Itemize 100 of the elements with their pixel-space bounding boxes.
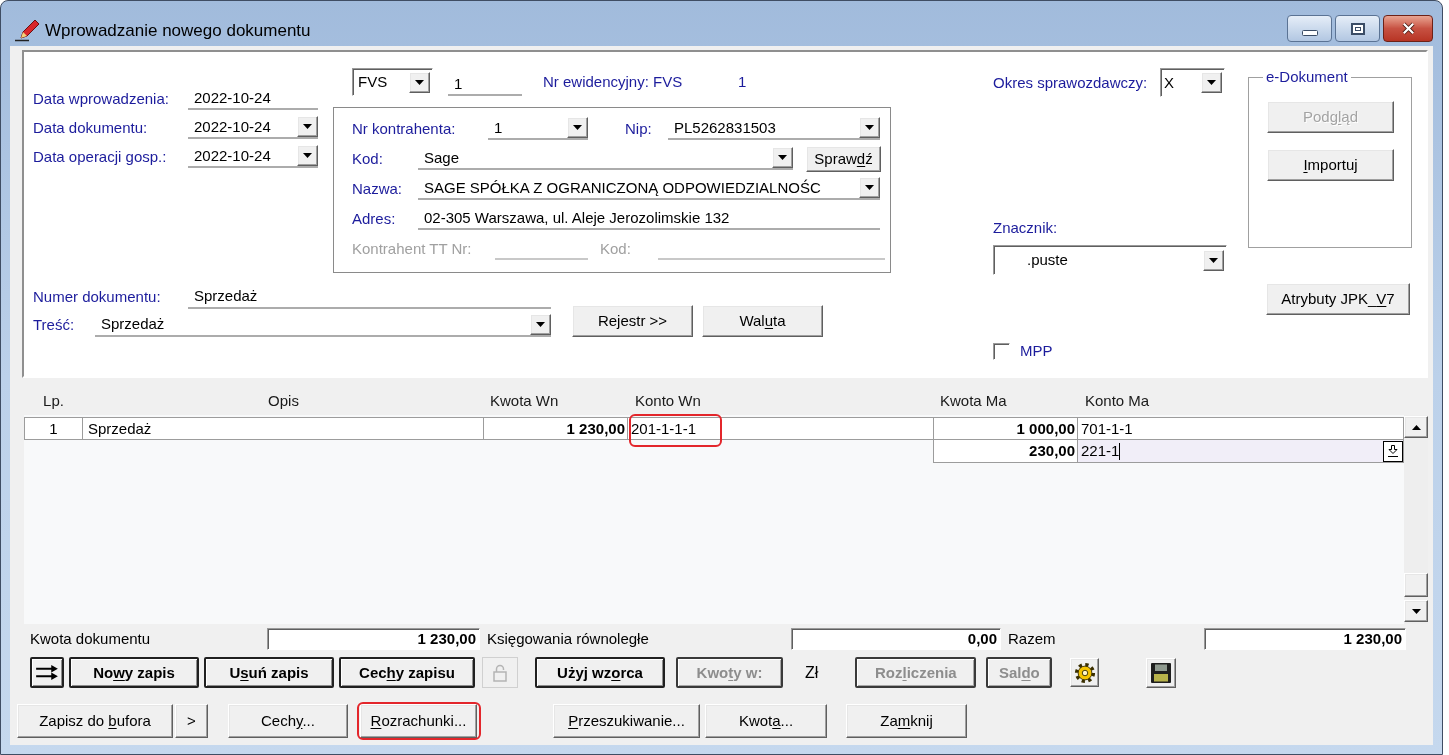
record-button[interactable]: Cechy zapisu xyxy=(339,657,475,688)
column-header: Konto Wn xyxy=(635,392,701,410)
caret-down-icon xyxy=(1207,80,1216,85)
record-button[interactable]: Usuń zapis xyxy=(204,657,334,688)
scroll-up-button[interactable] xyxy=(1404,416,1428,438)
table-cell: 701-1-1 xyxy=(1078,417,1404,440)
table-cell: 1 xyxy=(24,417,83,440)
date-field[interactable]: 2022-10-24 xyxy=(188,116,318,139)
total-label: Księgowania równoległe xyxy=(487,630,649,648)
dropdown-button[interactable] xyxy=(1203,249,1224,271)
caret-down-icon xyxy=(536,322,545,327)
gear-button[interactable] xyxy=(1070,658,1100,687)
lookup-button[interactable] xyxy=(1383,440,1403,462)
check-button[interactable]: Sprawdź xyxy=(806,145,881,172)
dropdown-button[interactable] xyxy=(297,145,318,166)
template-button[interactable]: Użyj wzorca xyxy=(535,657,665,688)
window-title: Wprowadzanie nowego dokumentu xyxy=(45,21,311,41)
pencil-icon xyxy=(15,18,41,42)
field-label: Kod: xyxy=(352,149,383,168)
double-arrow-icon xyxy=(35,664,59,681)
text-cursor-icon xyxy=(1119,442,1121,460)
combo-box[interactable]: Sage xyxy=(418,147,793,170)
double-arrow-button[interactable] xyxy=(30,657,64,688)
field-label: Data wprowadzenia: xyxy=(33,89,169,108)
caret-down-icon xyxy=(1411,608,1421,614)
footer-button[interactable]: Cechy... xyxy=(228,704,348,738)
combo-box[interactable]: X xyxy=(1160,68,1225,97)
footer-button[interactable]: Rozrachunki... xyxy=(360,704,477,738)
field-label: Nr kontrahenta: xyxy=(352,119,456,138)
field-label: Nr ewidencyjny: FVS xyxy=(543,73,683,91)
currency-label: Zł xyxy=(805,663,819,682)
dropdown-button[interactable] xyxy=(859,177,880,198)
amount-field: 1 230,00 xyxy=(1204,628,1406,650)
table-cell: Sprzedaż xyxy=(83,417,484,440)
dropdown-button[interactable] xyxy=(859,117,880,138)
amount-field: 0,00 xyxy=(791,628,1001,650)
combo-box[interactable]: .puste xyxy=(993,245,1227,275)
field-label: MPP xyxy=(1020,342,1053,360)
date-field[interactable]: 2022-10-24 xyxy=(188,87,318,110)
caret-down-icon xyxy=(303,153,312,158)
padlock-icon xyxy=(493,663,507,682)
input-field[interactable]: Sprzedaż xyxy=(188,285,551,309)
dropdown-button[interactable] xyxy=(530,314,551,335)
maximize-icon xyxy=(1350,22,1365,35)
column-header: Opis xyxy=(268,392,299,410)
input-field[interactable]: 02-305 Warszawa, ul. Aleje Jerozolimskie 132 xyxy=(418,207,880,230)
field-label: Data dokumentu: xyxy=(33,118,148,137)
column-header: Kwota Wn xyxy=(490,392,559,410)
footer-button[interactable]: Zamknij xyxy=(846,704,967,738)
close-icon xyxy=(1400,21,1416,36)
column-header: Konto Ma xyxy=(1085,392,1150,410)
jpk-attributes-button[interactable]: Atrybuty JPK_V7 xyxy=(1266,283,1410,315)
combo-box[interactable]: Sprzedaż xyxy=(95,313,551,337)
combo-box[interactable]: 1 xyxy=(488,117,588,140)
action-button[interactable]: Waluta xyxy=(702,305,823,337)
amount-field: 1 230,00 xyxy=(267,628,480,650)
e-document-button[interactable]: Importuj xyxy=(1267,149,1394,181)
dropdown-button[interactable] xyxy=(297,116,318,137)
date-field[interactable]: 2022-10-24 xyxy=(188,145,318,168)
column-header: Lp. xyxy=(43,392,64,410)
field-label: Znacznik: xyxy=(993,219,1058,237)
field-label: Kontrahent TT Nr: xyxy=(352,239,472,258)
registry-number: 1 xyxy=(738,73,747,91)
combo-box[interactable]: PL5262831503 xyxy=(668,117,880,140)
table-cell: 1 000,00 xyxy=(934,417,1078,440)
field-label: Data operacji gosp.: xyxy=(33,147,167,166)
save-button[interactable] xyxy=(1146,657,1177,688)
scroll-down-button[interactable] xyxy=(1404,600,1428,622)
footer-button[interactable]: Kwota... xyxy=(705,704,827,738)
minimize-button[interactable] xyxy=(1287,15,1332,42)
field-label: Kod: xyxy=(600,239,631,258)
footer-button[interactable]: Zapisz do bufora xyxy=(17,704,173,738)
field-label: Adres: xyxy=(352,209,396,228)
scrollbar-thumb[interactable] xyxy=(1404,573,1428,597)
scrollbar[interactable] xyxy=(1404,415,1428,624)
number-field[interactable]: 1 xyxy=(448,73,522,96)
caret-up-icon xyxy=(1411,424,1421,430)
maximize-button[interactable] xyxy=(1335,15,1380,42)
close-button[interactable] xyxy=(1383,15,1433,42)
dropdown-button[interactable] xyxy=(409,71,430,93)
arrow-down-to-line-icon xyxy=(1388,445,1398,457)
footer-button[interactable]: > xyxy=(175,704,208,738)
dropdown-button[interactable] xyxy=(772,147,793,168)
field-label: Okres sprawozdawczy: xyxy=(993,73,1148,92)
table-cell: 1 230,00 xyxy=(484,417,628,440)
combo-box[interactable]: SAGE SPÓŁKA Z OGRANICZONĄ ODPOWIEDZIALNOŚC xyxy=(418,177,880,200)
record-button[interactable]: Nowy zapis xyxy=(69,657,199,688)
caret-down-icon xyxy=(415,79,424,85)
dropdown-button[interactable] xyxy=(567,117,588,138)
combo-box[interactable]: FVS xyxy=(352,68,433,96)
table-cell: 230,00 xyxy=(933,440,1078,463)
caret-down-icon xyxy=(573,125,582,130)
action-button[interactable]: Rejestr >> xyxy=(572,305,693,337)
column-header: Kwota Ma xyxy=(940,392,1007,410)
caret-down-icon xyxy=(1209,257,1218,263)
dropdown-button[interactable] xyxy=(1201,72,1222,93)
footer-button[interactable]: Przeszukiwanie... xyxy=(553,704,700,738)
table-cell: 221-1 xyxy=(1078,440,1404,463)
caret-down-icon xyxy=(865,125,874,130)
field-label: Numer dokumentu: xyxy=(33,288,161,306)
